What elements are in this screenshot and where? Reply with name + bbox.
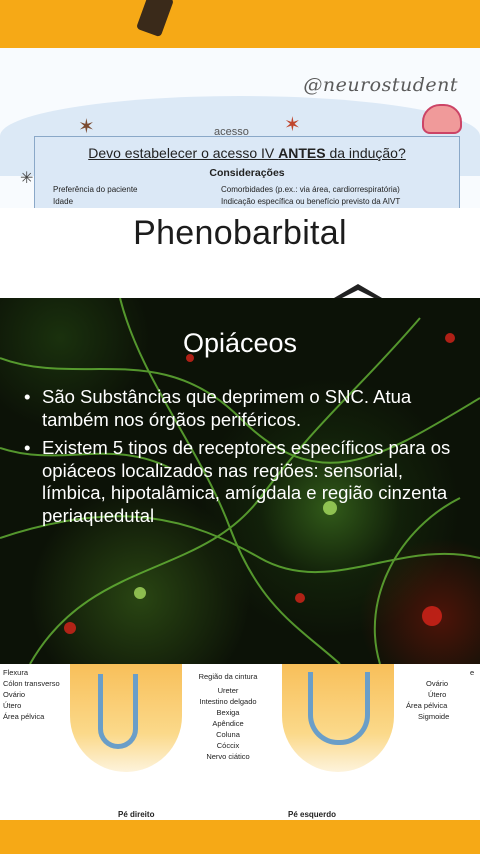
right-foot-caption: Pé direito [118,810,155,819]
bullet-list: São Substâncias que deprimem o SNC. Atua… [24,386,464,533]
top-strip [0,0,480,48]
right-foot-illustration [70,664,182,772]
phenobarbital-band: Phenobarbital [0,208,480,300]
foot-label: Sigmoide [418,712,450,721]
left-foot-illustration [282,664,394,772]
question-box: Devo estabelecer o acesso IV ANTES da in… [34,136,460,208]
foot-label: Região da cintura [198,672,258,681]
foot-label: Cólon transverso [3,679,60,688]
brain-icon [422,104,462,134]
consideration-item: Indicação específica ou benefício previs… [221,197,401,206]
foot-label: Ovário [3,690,26,699]
sparkle-icon: ✳ [20,170,34,187]
consideration-item: Preferência do paciente [53,185,138,194]
foot-label: Cóccix [216,741,240,750]
foot-label: Nervo ciático [206,752,250,761]
leaf-icon: ✶ [284,114,301,136]
consideration-item: Comorbidades (p.ex.: via área, cardiorre… [221,185,400,194]
bottom-strip [0,820,480,854]
brand-watermark: @neurostudent [303,74,458,96]
foot-label: Área pélvica [406,701,448,710]
considerations-heading: Considerações [209,167,285,179]
slide-title: Opiáceos [182,328,298,358]
foot-label: Apêndice [212,719,244,728]
foot-label: Útero [428,690,447,699]
foot-label: e [470,668,475,677]
vein-graphic [308,672,370,745]
foot-label: Ureter [217,686,239,695]
consideration-item: Idade [53,197,74,206]
phenobarbital-title: Phenobarbital [133,214,347,252]
bullet-item: Existem 5 tipos de receptores específico… [24,437,464,527]
question-title: Devo estabelecer o acesso IV ANTES da in… [88,145,406,161]
foot-reflexology-chart: Flexura Cólon transverso Ovário Útero Ár… [0,664,480,820]
foot-label: Flexura [3,668,29,677]
bullet-item: São Substâncias que deprimem o SNC. Atua… [24,386,464,431]
foot-label: Intestino delgado [199,697,257,706]
foot-label: Útero [3,701,22,710]
foot-label: Ovário [426,679,449,688]
left-foot-caption: Pé esquerdo [288,810,337,819]
pen-graphic [135,0,175,38]
vein-graphic [98,674,138,749]
opiaceos-slide: Opiáceos São Substâncias que deprimem o … [0,298,480,664]
foot-label: Coluna [216,730,240,739]
foot-label: Bexiga [216,708,240,717]
foot-label: Área pélvica [3,712,45,721]
note-card: @neurostudent ✶ ✶ acesso ✳ Devo estabele… [0,48,480,208]
